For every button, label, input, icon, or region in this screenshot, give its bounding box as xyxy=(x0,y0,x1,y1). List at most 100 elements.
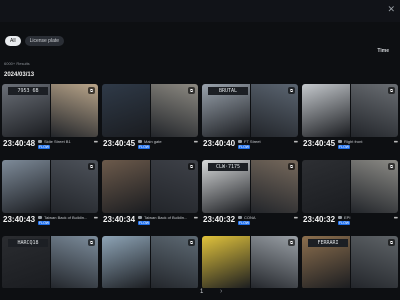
image-count-badge: ⧉ xyxy=(388,163,395,170)
camera-location: Taiwan Back of Buildin... xyxy=(44,214,88,220)
event-tag: FLOW xyxy=(338,145,351,149)
more-options-icon[interactable]: ••• xyxy=(94,216,98,222)
scene-image: ⧉ xyxy=(349,236,398,289)
scene-image: ⧉ xyxy=(49,160,98,213)
camera-location: FT Street xyxy=(244,138,261,144)
plate-label: CLW·7175 xyxy=(208,163,248,171)
image-count-badge: ⧉ xyxy=(288,163,295,170)
snapshot-pair: 7953 6B ⧉ xyxy=(2,84,98,137)
image-count-badge: ⧉ xyxy=(388,87,395,94)
camera-icon xyxy=(38,215,42,219)
snapshot-pair: BRUTAL ⧉ xyxy=(202,84,298,137)
scene-image: ⧉ xyxy=(349,84,398,137)
vehicle-crop-image xyxy=(302,160,350,213)
image-count-badge: ⧉ xyxy=(188,87,195,94)
scene-image: ⧉ xyxy=(149,84,198,137)
vehicle-crop-image xyxy=(302,84,350,137)
result-card[interactable]: 7953 6B ⧉ 23:40:48 Sidie Street B1 FLOW ••• xyxy=(2,82,98,156)
vehicle-crop-image: FERRARI xyxy=(302,236,350,289)
result-card[interactable]: ⧉ 23:40:43 Taiwan Back of Buildin... FLOW ••… xyxy=(2,158,98,232)
capture-time: 23:40:43 xyxy=(3,215,36,224)
more-options-icon[interactable]: ••• xyxy=(194,140,198,146)
camera-icon xyxy=(338,215,342,219)
sort-time[interactable]: Time xyxy=(377,48,389,54)
result-card[interactable]: ⧉ 23:40:32 EPI FLOW ••• xyxy=(302,158,398,232)
plate-label: 7953 6B xyxy=(8,87,48,95)
event-tag: FLOW xyxy=(338,221,351,225)
vehicle-crop-image xyxy=(102,236,150,289)
card-meta: Taiwan Back of Buildin...FLOW xyxy=(138,214,196,226)
vehicle-crop-image: HARCQ18 xyxy=(2,236,50,289)
snapshot-pair: ⧉ xyxy=(102,84,198,137)
top-bar: ✕ xyxy=(0,0,400,22)
vehicle-crop-image xyxy=(102,160,150,213)
capture-time: 23:40:32 xyxy=(203,215,236,224)
snapshot-pair: ⧉ xyxy=(2,160,98,213)
event-tag: FLOW xyxy=(38,221,51,225)
more-options-icon[interactable]: ••• xyxy=(394,140,398,146)
more-options-icon[interactable]: ••• xyxy=(394,216,398,222)
image-count-badge: ⧉ xyxy=(388,239,395,246)
event-tag: FLOW xyxy=(138,145,151,149)
close-icon[interactable]: ✕ xyxy=(387,4,395,15)
snapshot-pair: CLW·7175 ⧉ xyxy=(202,160,298,213)
more-options-icon[interactable]: ••• xyxy=(94,140,98,146)
camera-location: Taiwan Back of Buildin... xyxy=(144,214,188,220)
capture-time: 23:40:34 xyxy=(103,215,136,224)
camera-location: CONA xyxy=(244,214,256,220)
result-card[interactable]: BRUTAL ⧉ 23:40:40 FT Street FLOW ••• xyxy=(202,82,298,156)
card-meta: Right front FLOW xyxy=(338,138,396,150)
scene-image: ⧉ xyxy=(249,84,298,137)
capture-time: 23:40:40 xyxy=(203,139,236,148)
image-count-badge: ⧉ xyxy=(88,87,95,94)
camera-icon xyxy=(238,139,242,143)
camera-icon xyxy=(138,139,142,143)
card-meta: CONA FLOW xyxy=(238,214,296,226)
snapshot-pair: ⧉ xyxy=(102,160,198,213)
capture-time: 23:40:45 xyxy=(303,139,336,148)
scene-image: ⧉ xyxy=(49,84,98,137)
pagination: 1 › xyxy=(0,288,400,300)
filter-all[interactable]: All xyxy=(5,36,21,46)
capture-time: 23:40:45 xyxy=(103,139,136,148)
plate-label: FERRARI xyxy=(308,239,348,247)
camera-icon xyxy=(38,139,42,143)
capture-time: 23:40:48 xyxy=(3,139,36,148)
scene-image: ⧉ xyxy=(249,160,298,213)
scene-image: ⧉ xyxy=(149,236,198,289)
result-card[interactable]: ⧉ 23:40:45 Right front FLOW ••• xyxy=(302,82,398,156)
vehicle-crop-image xyxy=(2,160,50,213)
vehicle-crop-image xyxy=(202,236,250,289)
image-count-badge: ⧉ xyxy=(288,87,295,94)
card-meta: Taiwan Back of Buildin...FLOW xyxy=(38,214,96,226)
next-page-icon[interactable]: › xyxy=(220,288,222,295)
filter-license-plate[interactable]: License plate xyxy=(24,36,65,46)
snapshot-pair: ⧉ xyxy=(102,236,198,289)
image-count-badge: ⧉ xyxy=(188,239,195,246)
more-options-icon[interactable]: ••• xyxy=(294,140,298,146)
plate-label: BRUTAL xyxy=(208,87,248,95)
filter-chips: All License plate xyxy=(5,36,65,46)
date-group-heading: 2024/03/13 xyxy=(4,72,35,78)
card-meta: Sidie Street B1 FLOW xyxy=(38,138,96,150)
vehicle-crop-image xyxy=(102,84,150,137)
scene-image: ⧉ xyxy=(49,236,98,289)
result-card[interactable]: ⧉ 23:40:34 Taiwan Back of Buildin... FLOW ••… xyxy=(102,158,198,232)
camera-icon xyxy=(338,139,342,143)
image-count-badge: ⧉ xyxy=(288,239,295,246)
more-options-icon[interactable]: ••• xyxy=(294,216,298,222)
snapshot-pair: HARCQ18 ⧉ xyxy=(2,236,98,289)
image-count-badge: ⧉ xyxy=(88,163,95,170)
plate-label: HARCQ18 xyxy=(8,239,48,247)
event-tag: FLOW xyxy=(238,145,251,149)
vehicle-crop-image: CLW·7175 xyxy=(202,160,250,213)
event-tag: FLOW xyxy=(138,221,151,225)
snapshot-pair: ⧉ xyxy=(302,84,398,137)
result-card[interactable]: CLW·7175 ⧉ 23:40:32 CONA FLOW ••• xyxy=(202,158,298,232)
page-number[interactable]: 1 xyxy=(200,289,203,295)
camera-icon xyxy=(138,215,142,219)
camera-location: Main gate xyxy=(144,138,162,144)
result-card[interactable]: ⧉ 23:40:45 Main gate FLOW ••• xyxy=(102,82,198,156)
more-options-icon[interactable]: ••• xyxy=(194,216,198,222)
card-meta: EPI FLOW xyxy=(338,214,396,226)
